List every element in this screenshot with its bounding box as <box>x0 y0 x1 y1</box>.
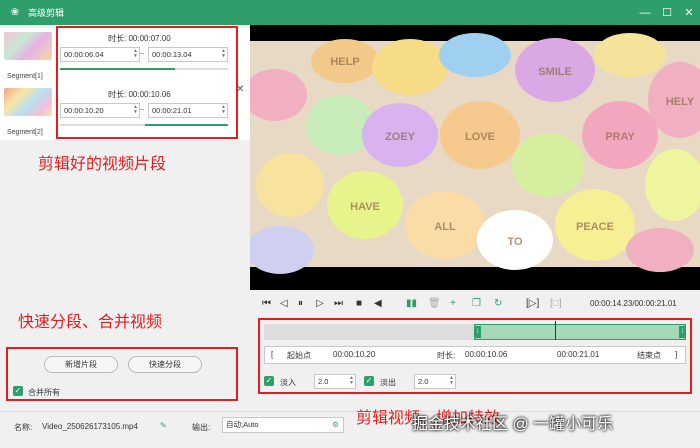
candy-text: ZOEY <box>385 131 416 143</box>
segment-progress <box>60 124 228 126</box>
annotation-clips: 剪辑好的视频片段 <box>38 156 167 173</box>
timeline-selection[interactable]: ⁞ ⁞ <box>474 324 686 340</box>
trim-start-handle[interactable]: ⁞ <box>474 326 481 338</box>
segment-progress <box>60 68 228 70</box>
merge-all-label: 合并所有 <box>28 388 60 397</box>
segment-panel: Segment[1] 时长: 00:00:07.00 00:00:06.04 ▲ ▼… <box>0 25 250 411</box>
trim-end-handle[interactable]: ⁞ <box>679 326 686 338</box>
fade-out-field[interactable]: 2.0 ▲ ▼ <box>414 374 456 389</box>
fade-in-field[interactable]: 2.0 ▲ ▼ <box>314 374 356 389</box>
minimize-icon[interactable]: — <box>634 0 656 25</box>
pause-icon[interactable]: ⏸ <box>298 298 303 310</box>
playhead[interactable] <box>555 321 556 340</box>
step-back-icon[interactable]: ◁ <box>280 298 288 310</box>
segment-thumbnail <box>4 32 52 60</box>
quick-split-button[interactable]: 快速分段 <box>128 356 202 373</box>
copy-icon[interactable]: ❐ <box>472 298 481 310</box>
timeline-track[interactable]: ⁞ ⁞ <box>264 321 686 340</box>
segment-duration: 时长: 00:00:07.00 <box>108 34 171 43</box>
bracket-left-icon: [ <box>271 350 274 359</box>
fade-in-checkbox[interactable]: ✓ <box>264 376 274 386</box>
trim-row: [ 起始点 00:00:10.20 时长: 00:00:10.06 00:00:… <box>264 346 686 364</box>
video-frame: LOVE ZOEY SMILE HELP PRAY HAVE HELY PEAC… <box>250 25 700 290</box>
playback-time: 00:00:14.23/00:00:21.01 <box>590 299 677 308</box>
window-title: 高级剪辑 <box>28 8 65 18</box>
mark-out-icon[interactable]: [□] <box>550 298 562 310</box>
candy-text: HAVE <box>350 201 380 213</box>
output-select[interactable]: 自动;Auto ⚙ <box>222 417 344 433</box>
duration-label: 时长: <box>437 351 456 360</box>
duration-value: 00:00:10.06 <box>465 350 508 359</box>
segment-start-field[interactable]: 00:00:06.04 ▲ ▼ <box>60 47 140 62</box>
watermark: 掘金技术社区 @ 一罐小可乐 <box>412 416 614 433</box>
window-controls: — ☐ ✕ <box>634 0 700 25</box>
candy-text: TO <box>507 236 523 248</box>
close-icon[interactable]: ✕ <box>678 0 700 25</box>
add-segment-button[interactable]: 新增片段 <box>44 356 118 373</box>
name-label: 名称: <box>14 423 33 432</box>
start-time-field[interactable]: 00:00:10.20 <box>333 350 375 359</box>
refresh-icon[interactable]: ↻ <box>494 298 502 310</box>
end-time-field[interactable]: 00:00:21.01 <box>557 350 599 359</box>
segment-item[interactable]: Segment[2] 时长: 00:00:10.06 00:00:10.20 ▲ ▼… <box>0 84 250 140</box>
app-logo-icon: ❀ <box>10 7 20 18</box>
candy-text: LOVE <box>465 131 495 143</box>
segment-thumbnail <box>4 88 52 116</box>
maximize-icon[interactable]: ☐ <box>656 0 678 25</box>
title-bar: ❀ 高级剪辑 — ☐ ✕ <box>0 0 700 25</box>
merge-all-checkbox[interactable]: ✓ <box>13 386 23 396</box>
candy-text: HELY <box>666 96 695 108</box>
output-label: 输出: <box>192 423 211 432</box>
skip-end-icon[interactable]: ⏭ <box>334 298 343 310</box>
segment-duration: 时长: 00:00:10.06 <box>108 90 171 99</box>
split-icon[interactable]: ▮▮ <box>406 298 417 310</box>
set-end-button[interactable]: 结束点 <box>637 350 661 361</box>
edit-name-icon[interactable]: ✎ <box>160 421 167 430</box>
range-dash: – <box>140 105 145 114</box>
mark-in-icon[interactable]: [▷] <box>526 298 539 310</box>
volume-icon[interactable]: ◀ <box>374 298 382 310</box>
skip-start-icon[interactable]: ⏮ <box>262 298 271 310</box>
segment-end-field[interactable]: 00:00:13.04 ▲ ▼ <box>148 47 228 62</box>
segment-item[interactable]: Segment[1] 时长: 00:00:07.00 00:00:06.04 ▲ ▼… <box>0 28 250 84</box>
fade-out-label: 淡出 <box>380 378 396 387</box>
video-preview[interactable]: LOVE ZOEY SMILE HELP PRAY HAVE HELY PEAC… <box>250 25 700 290</box>
annotation-split-merge: 快速分段、合并视频 <box>18 314 163 331</box>
fade-out-checkbox[interactable]: ✓ <box>364 376 374 386</box>
set-start-button[interactable]: 起始点 <box>287 350 311 361</box>
range-dash: – <box>140 49 145 58</box>
candy-text: SMILE <box>538 66 572 78</box>
step-forward-icon[interactable]: ▷ <box>316 298 324 310</box>
segment-name: Segment[2] <box>7 129 43 136</box>
add-icon[interactable]: + <box>450 298 456 310</box>
file-name: Video_250626173105.mp4 <box>42 422 138 431</box>
fade-in-label: 淡入 <box>280 378 296 387</box>
close-icon[interactable]: ✕ <box>236 84 244 95</box>
delete-icon[interactable]: 🗑 <box>428 298 441 310</box>
playback-controls: ⏮ ◁ ⏸ ▷ ⏭ ■ ◀ ▮▮ 🗑 + ❐ ↻ [▷] [□] 00:00:1… <box>250 290 700 318</box>
stop-icon[interactable]: ■ <box>356 298 362 310</box>
segment-name: Segment[1] <box>7 73 43 80</box>
bracket-right-icon: ] <box>675 350 678 359</box>
candy-text: HELP <box>330 56 359 68</box>
gear-icon[interactable]: ⚙ <box>332 418 339 431</box>
segment-start-field[interactable]: 00:00:10.20 ▲ ▼ <box>60 103 140 118</box>
candy-text: PRAY <box>605 131 635 143</box>
segment-end-field[interactable]: 00:00:21.01 ▲ ▼ <box>148 103 228 118</box>
candy-text: ALL <box>434 221 456 233</box>
candy-text: PEACE <box>576 221 614 233</box>
